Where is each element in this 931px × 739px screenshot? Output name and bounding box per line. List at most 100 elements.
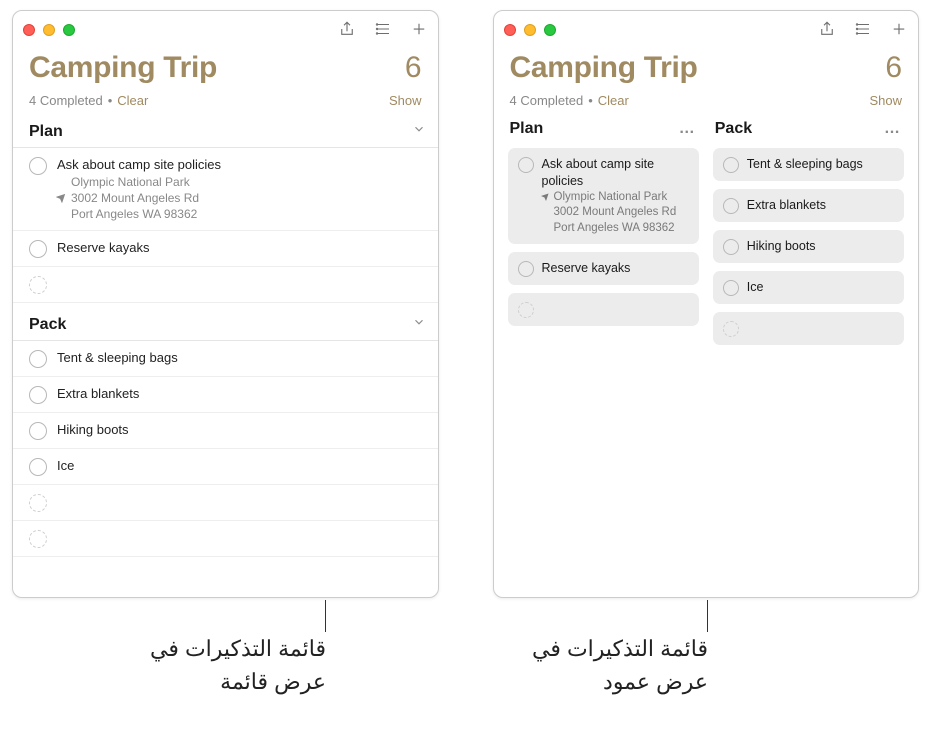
complete-toggle[interactable] — [723, 157, 739, 173]
reminder-row[interactable]: Ice — [13, 449, 438, 485]
new-reminder-row[interactable] — [13, 485, 438, 521]
minimize-window-button[interactable] — [43, 24, 55, 36]
window-controls — [504, 24, 556, 36]
reminder-address-2: Port Angeles WA 98362 — [57, 206, 426, 222]
minimize-window-button[interactable] — [524, 24, 536, 36]
section-header-pack[interactable]: Pack — [13, 309, 438, 341]
fullscreen-window-button[interactable] — [544, 24, 556, 36]
new-reminder-placeholder-icon — [29, 530, 47, 548]
complete-toggle[interactable] — [723, 239, 739, 255]
list-subheader: 4 Completed • Clear Show — [13, 89, 438, 116]
new-reminder-card[interactable] — [508, 293, 699, 326]
reminder-title: Reserve kayaks — [57, 239, 426, 257]
reminders-window-list-view: Camping Trip 6 4 Completed • Clear Show … — [12, 10, 439, 598]
list-title: Camping Trip — [29, 51, 405, 85]
completed-count: 4 Completed — [29, 93, 103, 108]
complete-toggle[interactable] — [29, 157, 47, 175]
more-icon[interactable]: … — [679, 120, 697, 138]
complete-toggle[interactable] — [518, 261, 534, 277]
reminder-address-1: 3002 Mount Angeles Rd — [57, 190, 426, 206]
complete-toggle[interactable] — [518, 157, 534, 173]
reminder-card[interactable]: Ask about camp site policies Olympic Nat… — [508, 148, 699, 244]
clear-completed-button[interactable]: Clear — [598, 93, 629, 108]
chevron-down-icon — [412, 122, 426, 141]
section-title: Plan — [29, 123, 63, 141]
reminder-location-name: Olympic National Park — [542, 190, 689, 206]
complete-toggle[interactable] — [723, 280, 739, 296]
view-options-icon[interactable] — [374, 20, 392, 41]
reminder-title: Tent & sleeping bags — [57, 349, 426, 367]
new-reminder-placeholder-icon — [29, 494, 47, 512]
reminder-row[interactable]: Hiking boots — [13, 413, 438, 449]
reminder-title: Extra blankets — [57, 385, 426, 403]
reminder-title: Ice — [747, 279, 894, 296]
share-icon[interactable] — [818, 20, 836, 41]
complete-toggle[interactable] — [29, 386, 47, 404]
add-reminder-icon[interactable] — [410, 20, 428, 41]
share-icon[interactable] — [338, 20, 356, 41]
list-header: Camping Trip 6 — [13, 49, 438, 89]
new-reminder-placeholder-icon — [723, 321, 739, 337]
add-reminder-icon[interactable] — [890, 20, 908, 41]
reminder-location-name: Olympic National Park — [57, 174, 426, 190]
reminder-title: Hiking boots — [747, 238, 894, 255]
column-header-pack[interactable]: Pack … — [713, 116, 904, 148]
reminder-card[interactable]: Extra blankets — [713, 189, 904, 222]
window-controls — [23, 24, 75, 36]
new-reminder-placeholder-icon — [29, 276, 47, 294]
reminders-window-column-view: Camping Trip 6 4 Completed • Clear Show … — [493, 10, 920, 598]
chevron-down-icon — [412, 315, 426, 334]
close-window-button[interactable] — [504, 24, 516, 36]
caption-column-view: قائمة التذكيرات في عرض عمود — [478, 632, 708, 698]
reminder-row[interactable]: Extra blankets — [13, 377, 438, 413]
more-icon[interactable]: … — [884, 120, 902, 138]
view-options-icon[interactable] — [854, 20, 872, 41]
list-subheader: 4 Completed • Clear Show — [494, 89, 919, 116]
new-reminder-row[interactable] — [13, 267, 438, 303]
section-header-plan[interactable]: Plan — [13, 116, 438, 148]
column-plan: Plan … Ask about camp site policies Olym… — [508, 116, 699, 353]
column-title: Pack — [715, 120, 752, 138]
reminder-title: Reserve kayaks — [542, 260, 689, 277]
reminder-address-1: 3002 Mount Angeles Rd — [542, 205, 689, 221]
completed-count: 4 Completed — [510, 93, 584, 108]
complete-toggle[interactable] — [29, 240, 47, 258]
fullscreen-window-button[interactable] — [63, 24, 75, 36]
close-window-button[interactable] — [23, 24, 35, 36]
column-pack: Pack … Tent & sleeping bags Extra blanke… — [713, 116, 904, 353]
reminder-title: Ask about camp site policies — [542, 156, 689, 190]
new-reminder-row[interactable] — [13, 521, 438, 557]
reminder-count: 6 — [405, 51, 422, 85]
reminder-row[interactable]: Tent & sleeping bags — [13, 341, 438, 377]
new-reminder-placeholder-icon — [518, 302, 534, 318]
complete-toggle[interactable] — [29, 422, 47, 440]
reminder-title: Extra blankets — [747, 197, 894, 214]
reminder-count: 6 — [885, 51, 902, 85]
column-header-plan[interactable]: Plan … — [508, 116, 699, 148]
titlebar — [494, 11, 919, 49]
show-completed-button[interactable]: Show — [389, 93, 422, 108]
new-reminder-card[interactable] — [713, 312, 904, 345]
complete-toggle[interactable] — [723, 198, 739, 214]
reminder-row[interactable]: Reserve kayaks — [13, 231, 438, 267]
reminder-card[interactable]: Reserve kayaks — [508, 252, 699, 285]
list-title: Camping Trip — [510, 51, 886, 85]
reminder-title: Hiking boots — [57, 421, 426, 439]
clear-completed-button[interactable]: Clear — [117, 93, 148, 108]
show-completed-button[interactable]: Show — [869, 93, 902, 108]
reminder-card[interactable]: Hiking boots — [713, 230, 904, 263]
reminder-title: Ask about camp site policies — [57, 156, 426, 174]
caption-list-view: قائمة التذكيرات في عرض قائمة — [96, 632, 326, 698]
reminder-title: Tent & sleeping bags — [747, 156, 894, 173]
reminder-address-2: Port Angeles WA 98362 — [542, 221, 689, 237]
column-title: Plan — [510, 120, 544, 138]
complete-toggle[interactable] — [29, 350, 47, 368]
reminder-card[interactable]: Ice — [713, 271, 904, 304]
reminder-title: Ice — [57, 457, 426, 475]
list-header: Camping Trip 6 — [494, 49, 919, 89]
reminder-row[interactable]: Ask about camp site policies Olympic Nat… — [13, 148, 438, 231]
titlebar — [13, 11, 438, 49]
reminder-card[interactable]: Tent & sleeping bags — [713, 148, 904, 181]
complete-toggle[interactable] — [29, 458, 47, 476]
section-title: Pack — [29, 316, 66, 334]
